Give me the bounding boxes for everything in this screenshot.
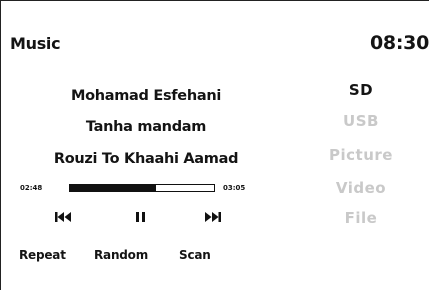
progress-bar-fill xyxy=(70,185,157,191)
pause-icon xyxy=(136,212,145,222)
source-item-picture[interactable]: Picture xyxy=(311,146,411,164)
elapsed-time: 02:48 xyxy=(20,184,43,192)
track-title: Tanha mandam xyxy=(85,119,207,135)
app-title: Music xyxy=(10,34,61,53)
pause-button[interactable] xyxy=(130,210,152,224)
repeat-button[interactable]: Repeat xyxy=(19,248,66,262)
source-item-usb[interactable]: USB xyxy=(311,112,411,130)
source-item-video[interactable]: Video xyxy=(311,179,411,197)
clock: 08:30 xyxy=(370,32,429,54)
music-player-screen: Music 08:30 Mohamad Esfehani Tanha manda… xyxy=(0,0,429,290)
scan-button[interactable]: Scan xyxy=(179,248,211,262)
progress-bar[interactable] xyxy=(69,184,215,192)
skip-previous-icon xyxy=(55,212,71,222)
previous-track-button[interactable] xyxy=(52,210,74,224)
random-button[interactable]: Random xyxy=(94,248,148,262)
source-item-file[interactable]: File xyxy=(311,209,411,227)
skip-next-icon xyxy=(205,212,221,222)
source-item-sd[interactable]: SD xyxy=(311,81,411,99)
total-time: 03:05 xyxy=(223,184,246,192)
track-album: Rouzi To Khaahi Aamad xyxy=(53,151,239,167)
track-artist: Mohamad Esfehani xyxy=(70,88,222,104)
next-track-button[interactable] xyxy=(202,210,224,224)
